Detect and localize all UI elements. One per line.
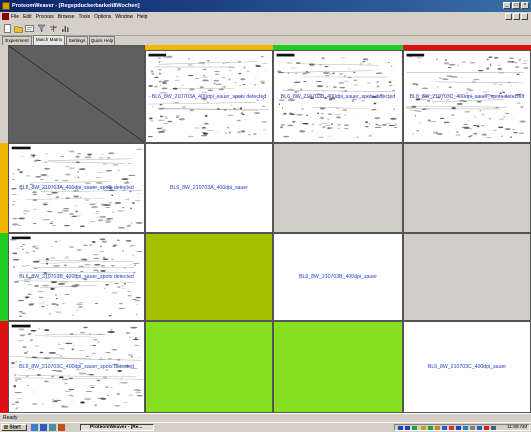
new-icon[interactable] bbox=[3, 24, 12, 33]
doc-restore-button[interactable] bbox=[513, 13, 520, 20]
system-tray: 11:59 AM bbox=[394, 424, 530, 431]
doc-close-button[interactable] bbox=[521, 13, 528, 20]
tray-icon[interactable] bbox=[456, 426, 461, 430]
tray-icon[interactable] bbox=[398, 426, 403, 430]
row-gel-c[interactable]: BL6_8W_210703C_400dpi_sauer_spots detect… bbox=[8, 321, 145, 413]
close-button[interactable]: × bbox=[521, 2, 529, 9]
media-player-icon[interactable] bbox=[49, 424, 56, 431]
tray-icon[interactable] bbox=[405, 426, 410, 430]
maximize-button[interactable]: □ bbox=[512, 2, 520, 9]
row-color-bar-a bbox=[0, 143, 8, 233]
tray-icon[interactable] bbox=[442, 426, 447, 430]
menu-edit[interactable]: Edit bbox=[23, 13, 32, 21]
minimize-button[interactable]: _ bbox=[503, 2, 511, 9]
task-label: ProteomWeaver - [Re... bbox=[90, 425, 142, 430]
tray-icon[interactable] bbox=[491, 426, 496, 430]
start-button[interactable]: Start bbox=[1, 424, 27, 431]
tray-icon[interactable] bbox=[412, 426, 417, 430]
program-icon[interactable] bbox=[58, 424, 65, 431]
windows-logo-icon bbox=[4, 425, 8, 429]
doc-minimize-button[interactable] bbox=[505, 13, 512, 20]
tray-icon[interactable] bbox=[435, 426, 440, 430]
tray-icon[interactable] bbox=[477, 426, 482, 430]
match-cell-a-b[interactable] bbox=[273, 143, 403, 233]
title-bar: ProteomWeaver - [Regepduckerbarkeit8Woch… bbox=[0, 0, 531, 12]
row-gel-label: BL6_8W_210703A_400dpi_sauer_spots detect… bbox=[9, 144, 144, 232]
column-gel-label: BL6_8W_210703C_400dpi_sauer_spots detect… bbox=[404, 51, 530, 142]
histogram-icon[interactable] bbox=[61, 24, 70, 33]
menu-options[interactable]: Options bbox=[94, 13, 111, 21]
row-color-bar-c bbox=[0, 321, 8, 413]
tray-icon[interactable] bbox=[449, 426, 454, 430]
tray-icon[interactable] bbox=[484, 426, 489, 430]
column-gel-label: BL6_8W_210703B_400dpi_sauer_spots detect… bbox=[274, 51, 402, 142]
match-cell-diagonal-c[interactable]: BL6_8W_210703C_400dpi_sauer bbox=[403, 321, 531, 413]
match-cell-b-a[interactable] bbox=[145, 233, 273, 321]
match-cell-diagonal-b[interactable]: BL6_8W_210703B_400dpi_sauer bbox=[273, 233, 403, 321]
column-gel-c[interactable]: BL6_8W_210703C_400dpi_sauer_spots detect… bbox=[403, 50, 531, 143]
row-gel-label: BL6_8W_210703C_400dpi_sauer_spots detect… bbox=[9, 322, 144, 412]
tab-settings[interactable]: Settings bbox=[66, 36, 88, 45]
row-gel-b[interactable]: BL6_8W_210703B_400dpi_sauer_spots detect… bbox=[8, 233, 145, 321]
match-cell-b-c[interactable] bbox=[403, 233, 531, 321]
menu-browse[interactable]: Browse bbox=[58, 13, 75, 21]
match-matrix: BL6_8W_210703A_400dpi_sauer_spots detect… bbox=[8, 45, 531, 413]
match-cell-c-b[interactable] bbox=[273, 321, 403, 413]
toolbar bbox=[0, 22, 531, 36]
match-cell-diagonal-a[interactable]: BL6_8W_210703A_400dpi_sauer bbox=[145, 143, 273, 233]
tray-icon[interactable] bbox=[428, 426, 433, 430]
status-text: Ready bbox=[3, 415, 17, 421]
menu-tools[interactable]: Tools bbox=[78, 13, 90, 21]
column-gel-b[interactable]: BL6_8W_210703B_400dpi_sauer_spots detect… bbox=[273, 50, 403, 143]
window-title: ProteomWeaver - [Regepduckerbarkeit8Woch… bbox=[12, 1, 140, 11]
diagonal-label: BL6_8W_210703C_400dpi_sauer bbox=[404, 322, 530, 412]
browser-icon[interactable] bbox=[40, 424, 47, 431]
tab-quick-help[interactable]: Quick Help bbox=[89, 36, 115, 45]
column-gel-a[interactable]: BL6_8W_210703A_400dpi_sauer_spots detect… bbox=[145, 50, 273, 143]
show-desktop-icon[interactable] bbox=[31, 424, 38, 431]
tray-icon[interactable] bbox=[421, 426, 426, 430]
menu-file[interactable]: File bbox=[11, 13, 19, 21]
row-color-bar-b bbox=[0, 233, 8, 321]
menu-bar: File Edit Process Browse Tools Options W… bbox=[0, 12, 531, 22]
tab-strip: Experiment Match Matrix Settings Quick H… bbox=[0, 36, 531, 45]
app-icon bbox=[2, 2, 10, 10]
match-cell-a-c[interactable] bbox=[403, 143, 531, 233]
row-gel-label: BL6_8W_210703B_400dpi_sauer_spots detect… bbox=[9, 234, 144, 320]
compare-icon[interactable] bbox=[49, 24, 58, 33]
tray-icon[interactable] bbox=[470, 426, 475, 430]
filter-icon[interactable] bbox=[37, 24, 46, 33]
match-cell-c-a[interactable] bbox=[145, 321, 273, 413]
tray-icon[interactable] bbox=[463, 426, 468, 430]
tab-experiment[interactable]: Experiment bbox=[2, 36, 32, 45]
menu-window[interactable]: Window bbox=[115, 13, 133, 21]
clock: 11:59 AM bbox=[507, 425, 527, 430]
diagonal-label: BL6_8W_210703B_400dpi_sauer bbox=[274, 234, 402, 320]
diagonal-label: BL6_8W_210703A_400dpi_sauer bbox=[146, 144, 272, 232]
matrix-corner bbox=[8, 45, 145, 143]
menu-process[interactable]: Process bbox=[36, 13, 54, 21]
properties-icon[interactable] bbox=[25, 24, 34, 33]
row-gel-a[interactable]: BL6_8W_210703A_400dpi_sauer_spots detect… bbox=[8, 143, 145, 233]
document-icon[interactable] bbox=[2, 13, 9, 20]
start-label: Start bbox=[9, 424, 20, 430]
open-icon[interactable] bbox=[14, 24, 23, 33]
column-gel-label: BL6_8W_210703A_400dpi_sauer_spots detect… bbox=[146, 51, 272, 142]
task-button-proteomweaver[interactable]: ProteomWeaver - [Re... bbox=[80, 424, 154, 431]
tab-match-matrix[interactable]: Match Matrix bbox=[33, 35, 65, 45]
menu-help[interactable]: Help bbox=[137, 13, 147, 21]
